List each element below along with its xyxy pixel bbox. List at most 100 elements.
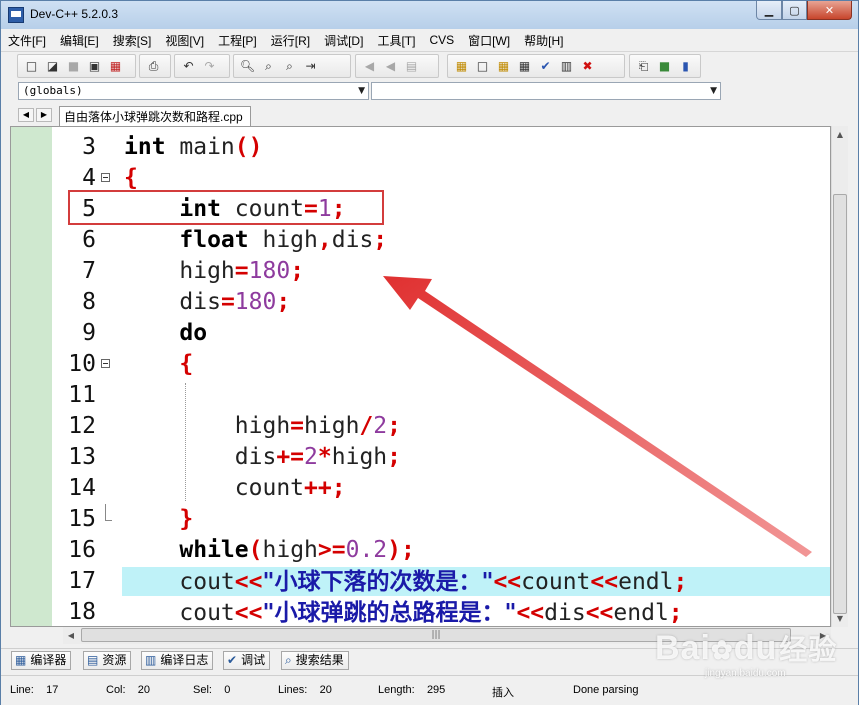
scroll-right-button[interactable]: ▶ (815, 627, 831, 644)
code-text: do (179, 320, 208, 346)
code-line: 18 cout<<"小球弹跳的总路程是："<<dis<<endl; (11, 597, 830, 626)
remove-from-project-button[interactable]: ◀ (381, 57, 400, 76)
close-button[interactable]: ✕ (807, 1, 852, 20)
check-icon: ✔ (540, 59, 551, 73)
find-button[interactable]: 🔍︎ (238, 57, 257, 76)
fold-collapse-icon[interactable] (101, 359, 110, 368)
compile-run-button[interactable]: ▦ (494, 57, 513, 76)
new-file-button[interactable]: □ (22, 57, 41, 76)
code-text: { (179, 351, 194, 377)
code-editor[interactable]: 3 int main() 4 { 5 int count=1; 6 float … (10, 126, 831, 627)
scroll-down-button[interactable]: ▼ (832, 610, 848, 627)
code-text: int main() (124, 134, 263, 160)
member-combo[interactable]: ▼ (371, 82, 721, 100)
menu-window[interactable]: 窗口[W] (461, 32, 517, 49)
file-toolbar-group: □ ◪ ■ ▣ ▦ (17, 54, 136, 78)
status-col: Col: 20 (106, 684, 150, 696)
find-icon: 🔍︎ (239, 59, 256, 73)
menu-project[interactable]: 工程[P] (211, 32, 264, 49)
undo-button[interactable]: ↶ (179, 57, 198, 76)
tab-search-results-label: 搜索结果 (295, 653, 344, 667)
insert-icon: ⎗ (638, 58, 649, 73)
code-line: 16 while(high>=0.2); (11, 535, 830, 566)
tab-compile-log[interactable]: ▥ 编译日志 (141, 651, 214, 670)
tab-debug-label: 调试 (241, 653, 266, 667)
code-line: 7 high=180; (11, 256, 830, 287)
tab-search-results[interactable]: ⌕ 搜索结果 (281, 651, 349, 670)
profile-button[interactable]: ▥ (557, 57, 576, 76)
add-to-project-icon: ◀ (364, 59, 375, 73)
chevron-down-icon: ▼ (710, 86, 717, 96)
magnifier-icon: ⌕ (285, 653, 292, 667)
annotation-box (68, 190, 384, 225)
close-file-icon: ▦ (109, 59, 122, 73)
open-file-button[interactable]: ◪ (43, 57, 62, 76)
compile-button[interactable]: ▦ (452, 57, 471, 76)
bookmark-button[interactable]: ■ (655, 57, 674, 76)
rebuild-button[interactable]: ▦ (515, 57, 534, 76)
fold-collapse-icon[interactable] (101, 173, 110, 182)
status-line-label: Line: (10, 684, 34, 696)
arrow-left-icon: ◀ (67, 631, 75, 640)
replace-button[interactable]: ⌕ (280, 57, 299, 76)
save-button[interactable]: ■ (64, 57, 83, 76)
tab-scroll-right-button[interactable]: ▶ (36, 108, 52, 122)
goto-line-button[interactable]: ⇥ (301, 57, 320, 76)
insert-button[interactable]: ⎗ (634, 57, 653, 76)
run-button[interactable]: □ (473, 57, 492, 76)
horizontal-scroll-thumb[interactable]: ||| (81, 628, 791, 642)
minimize-button[interactable]: ▁ (756, 1, 782, 20)
line-number: 16 (68, 537, 96, 563)
tab-compiler[interactable]: ▦ 编译器 (11, 651, 72, 670)
project-options-button[interactable]: ▤ (402, 57, 421, 76)
tab-scroll-left-button[interactable]: ◀ (18, 108, 34, 122)
line-number: 11 (68, 382, 96, 408)
misc-toolbar-group: ⎗ ■ ▮ (629, 54, 701, 78)
print-button[interactable]: ⎙ (144, 57, 163, 76)
code-line: 14 count++; (11, 473, 830, 504)
toggle-button[interactable]: ▮ (676, 57, 695, 76)
save-all-button[interactable]: ▣ (85, 57, 104, 76)
code-text: cout<<"小球弹跳的总路程是："<<dis<<endl; (124, 599, 683, 626)
line-number: 3 (82, 134, 96, 160)
menu-edit[interactable]: 编辑[E] (53, 32, 106, 49)
maximize-button[interactable]: ▢ (782, 1, 807, 20)
compile-run-icon: ▦ (497, 59, 510, 73)
horizontal-scrollbar[interactable]: ◀ ||| ▶ (63, 627, 831, 644)
scope-combo[interactable]: (globals) ▼ (18, 82, 369, 100)
project-toolbar-group: ◀ ◀ ▤ (355, 54, 439, 78)
project-options-icon: ▤ (405, 59, 418, 73)
menu-help[interactable]: 帮助[H] (517, 32, 570, 49)
syntax-check-button[interactable]: ✔ (536, 57, 555, 76)
vertical-scroll-thumb[interactable] (833, 194, 847, 614)
window-title: Dev-C++ 5.2.0.3 (30, 7, 119, 21)
scroll-up-button[interactable]: ▲ (832, 126, 848, 143)
tab-debug[interactable]: ✔ 调试 (223, 651, 271, 670)
vertical-scrollbar[interactable]: ▲ ▼ (831, 126, 848, 627)
menu-run[interactable]: 运行[R] (264, 32, 317, 49)
find-next-icon: ⌕ (265, 58, 272, 73)
status-length-value: 295 (426, 684, 446, 696)
scroll-left-button[interactable]: ◀ (63, 627, 79, 644)
tab-resources[interactable]: ▤ 资源 (83, 651, 132, 670)
menu-search[interactable]: 搜索[S] (106, 32, 159, 49)
find-next-button[interactable]: ⌕ (259, 57, 278, 76)
tab-source-file[interactable]: 自由落体小球弹跳次数和路程.cpp (59, 106, 251, 127)
add-to-project-button[interactable]: ◀ (360, 57, 379, 76)
line-number: 10 (68, 351, 96, 377)
menu-tools[interactable]: 工具[T] (370, 32, 422, 49)
status-col-value: 20 (137, 684, 151, 696)
chart-icon: ▥ (145, 653, 157, 667)
clean-button[interactable]: ✖ (578, 57, 597, 76)
bar-chart-icon: ▥ (560, 59, 573, 73)
menu-cvs[interactable]: CVS (422, 33, 461, 47)
menu-file[interactable]: 文件[F] (1, 32, 53, 49)
code-line: 8 dis=180; (11, 287, 830, 318)
menu-view[interactable]: 视图[V] (158, 32, 211, 49)
redo-button[interactable]: ↷ (200, 57, 219, 76)
class-browser-bar: (globals) ▼ ▼ (1, 79, 858, 103)
close-file-button[interactable]: ▦ (106, 57, 125, 76)
menu-debug[interactable]: 调试[D] (317, 32, 370, 49)
line-number: 7 (82, 258, 96, 284)
code-text: high=180; (124, 258, 305, 284)
